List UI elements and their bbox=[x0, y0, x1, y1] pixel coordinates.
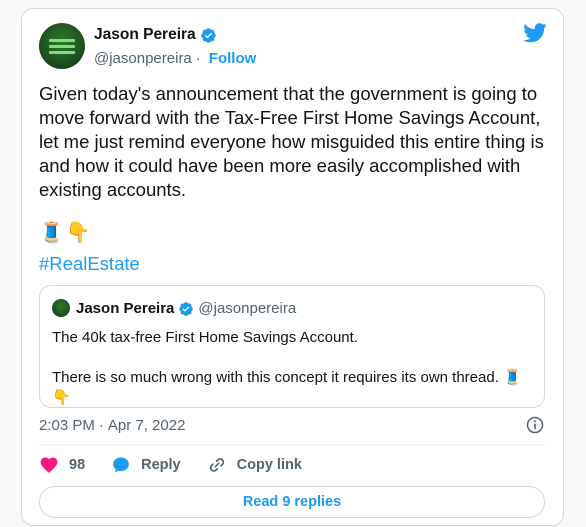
reply-bubble-icon bbox=[113, 457, 130, 473]
quoted-tweet-text: The 40k tax-free First Home Savings Acco… bbox=[52, 328, 534, 408]
point-down-emoji: 👇 bbox=[65, 222, 91, 244]
actions-divider bbox=[39, 444, 545, 445]
like-button[interactable]: 98 bbox=[39, 455, 85, 475]
read-replies-button[interactable]: Read 9 replies bbox=[39, 486, 545, 518]
author-block: Jason Pereira @jasonpereira · Follow bbox=[94, 25, 256, 68]
reply-label: Reply bbox=[141, 457, 181, 473]
timestamp-separator: · bbox=[98, 416, 104, 434]
tweet-text: Given today's announcement that the gove… bbox=[39, 83, 544, 200]
handle-separator: · bbox=[195, 49, 201, 67]
quoted-tweet[interactable]: Jason Pereira @jasonpereira The 40k tax-… bbox=[39, 285, 545, 408]
emoji-row: 🧵 👇 bbox=[39, 220, 91, 246]
quoted-author-avatar bbox=[52, 299, 70, 317]
tweet-date[interactable]: Apr 7, 2022 bbox=[108, 417, 186, 434]
twitter-bird-icon[interactable] bbox=[523, 23, 547, 43]
tweet-time[interactable]: 2:03 PM bbox=[39, 417, 95, 434]
verified-badge-icon bbox=[200, 27, 216, 43]
hashtag-link[interactable]: #RealEstate bbox=[39, 253, 140, 275]
tweet-actions: 98 Reply Copy link bbox=[39, 452, 328, 478]
heart-icon bbox=[40, 457, 58, 473]
follow-button[interactable]: Follow bbox=[209, 50, 257, 67]
quoted-author-handle: @jasonpereira bbox=[198, 300, 297, 317]
copy-link-button[interactable]: Copy link bbox=[207, 455, 302, 475]
copy-link-label: Copy link bbox=[236, 457, 302, 473]
author-handle[interactable]: @jasonpereira bbox=[94, 50, 192, 67]
verified-badge-icon bbox=[179, 301, 194, 316]
quoted-line-1: The 40k tax-free First Home Savings Acco… bbox=[52, 329, 358, 346]
quoted-author-name: Jason Pereira bbox=[76, 300, 175, 317]
quoted-tweet-header: Jason Pereira @jasonpereira bbox=[76, 299, 296, 318]
author-avatar[interactable] bbox=[39, 23, 85, 69]
thread-emoji: 🧵 bbox=[39, 222, 64, 244]
tweet-card: Jason Pereira @jasonpereira · Follow Giv… bbox=[21, 8, 564, 526]
info-icon[interactable] bbox=[525, 415, 545, 435]
like-count: 98 bbox=[69, 457, 86, 473]
tweet-timestamp: 2:03 PM · Apr 7, 2022 bbox=[39, 414, 545, 436]
reply-button[interactable]: Reply bbox=[111, 455, 181, 475]
author-name[interactable]: Jason Pereira bbox=[94, 26, 196, 44]
link-icon bbox=[209, 458, 224, 472]
quoted-line-2: There is so much wrong with this concept… bbox=[52, 369, 522, 406]
